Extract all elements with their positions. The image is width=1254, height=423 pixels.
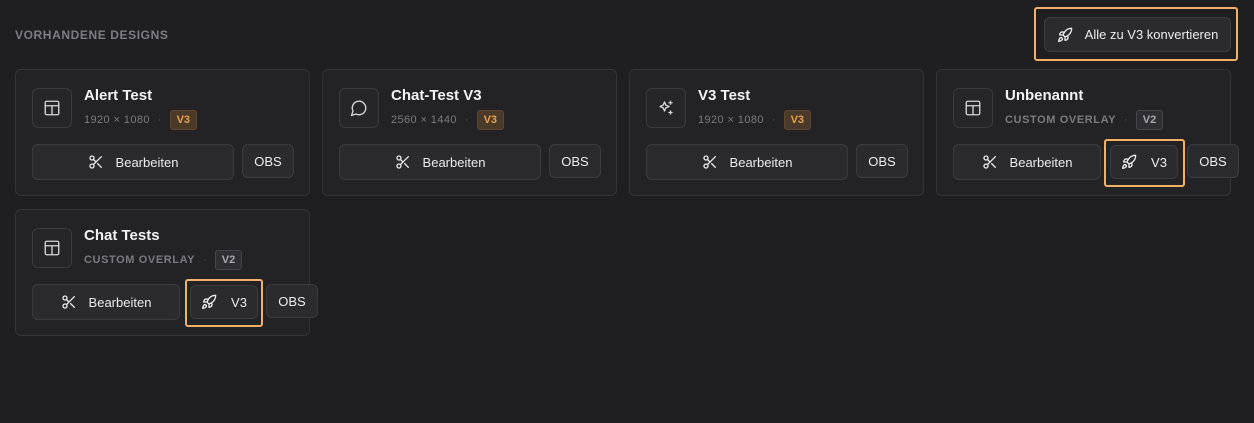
layout-icon — [953, 88, 993, 128]
edit-button[interactable]: Bearbeiten — [32, 144, 234, 180]
version-badge: V3 — [476, 110, 505, 130]
edit-button[interactable]: Bearbeiten — [32, 284, 180, 320]
obs-button[interactable]: OBS — [1187, 144, 1239, 178]
design-name: Chat-Test V3 — [391, 87, 482, 104]
section-title: VORHANDENE DESIGNS — [15, 28, 169, 42]
scissors-icon — [395, 154, 411, 170]
meta-separator: · — [157, 114, 162, 126]
design-resolution: 2560 × 1440 — [391, 114, 457, 126]
sparkles-icon — [646, 88, 686, 128]
obs-button[interactable]: OBS — [856, 144, 908, 178]
design-name: Alert Test — [84, 87, 153, 104]
obs-label: OBS — [1199, 153, 1227, 169]
version-badge: V2 — [214, 250, 243, 270]
version-badge: V3 — [169, 110, 198, 130]
convert-v3-button[interactable]: V3 — [1110, 145, 1178, 179]
obs-button[interactable]: OBS — [242, 144, 294, 178]
chat-bubble-icon — [339, 88, 379, 128]
design-type: CUSTOM OVERLAY — [1005, 114, 1117, 126]
design-name: Chat Tests — [84, 227, 160, 244]
version-badge: V3 — [783, 110, 812, 130]
design-name: V3 Test — [698, 87, 751, 104]
convert-label: V3 — [1151, 154, 1167, 170]
rocket-icon — [201, 294, 217, 310]
layout-icon — [32, 88, 72, 128]
obs-label: OBS — [254, 153, 282, 169]
edit-label: Bearbeiten — [88, 294, 152, 310]
design-card: V3 Test 1920 × 1080 · V3 Bearbeiten OBS — [629, 69, 924, 196]
edit-label: Bearbeiten — [729, 154, 793, 170]
rocket-icon — [1057, 27, 1073, 43]
scissors-icon — [61, 294, 77, 310]
design-resolution: 1920 × 1080 — [698, 114, 764, 126]
scissors-icon — [702, 154, 718, 170]
edit-button[interactable]: Bearbeiten — [953, 144, 1101, 180]
obs-label: OBS — [561, 153, 589, 169]
design-type: CUSTOM OVERLAY — [84, 254, 196, 266]
convert-label: V3 — [231, 294, 247, 310]
edit-button[interactable]: Bearbeiten — [339, 144, 541, 180]
obs-button[interactable]: OBS — [549, 144, 601, 178]
convert-v3-button[interactable]: V3 — [190, 285, 258, 319]
rocket-icon — [1121, 154, 1137, 170]
design-card: Alert Test 1920 × 1080 · V3 Bearbeiten O… — [15, 69, 310, 196]
design-resolution: 1920 × 1080 — [84, 114, 150, 126]
meta-separator: · — [203, 254, 207, 266]
edit-button[interactable]: Bearbeiten — [646, 144, 848, 180]
obs-button[interactable]: OBS — [266, 284, 318, 318]
edit-label: Bearbeiten — [422, 154, 486, 170]
scissors-icon — [88, 154, 104, 170]
obs-label: OBS — [868, 153, 896, 169]
meta-separator: · — [771, 114, 776, 126]
convert-all-label: Alle zu V3 konvertieren — [1084, 27, 1219, 42]
scissors-icon — [982, 154, 998, 170]
layout-icon — [32, 228, 72, 268]
edit-label: Bearbeiten — [115, 154, 179, 170]
design-card: Chat Tests CUSTOM OVERLAY · V2 Bearbeite… — [15, 209, 318, 336]
edit-label: Bearbeiten — [1009, 154, 1073, 170]
meta-separator: · — [1124, 114, 1128, 126]
version-badge: V2 — [1135, 110, 1164, 130]
design-card: Unbenannt CUSTOM OVERLAY · V2 Bearbeiten… — [936, 69, 1239, 196]
convert-all-button[interactable]: Alle zu V3 konvertieren — [1044, 17, 1231, 52]
design-name: Unbenannt — [1005, 87, 1084, 104]
design-card: Chat-Test V3 2560 × 1440 · V3 Bearbeiten… — [322, 69, 617, 196]
meta-separator: · — [464, 114, 469, 126]
obs-label: OBS — [278, 293, 306, 309]
